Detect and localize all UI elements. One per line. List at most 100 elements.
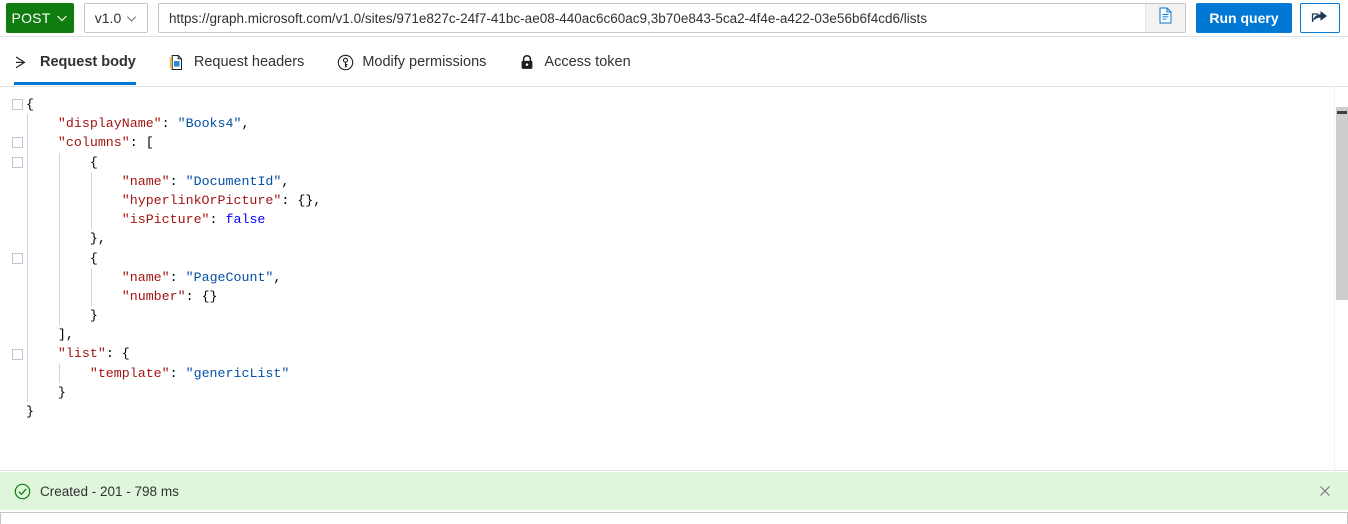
code-token: : <box>209 212 226 228</box>
code-line: ], <box>26 325 321 344</box>
code-token: : <box>161 116 178 132</box>
code-token: "template" <box>89 365 170 381</box>
code-token: , <box>241 116 250 132</box>
code-token: }, <box>89 231 106 247</box>
code-line: "isPicture": false <box>26 210 321 229</box>
permission-icon <box>336 53 354 71</box>
code-fold-toggle[interactable] <box>12 137 23 149</box>
send-icon <box>14 53 32 71</box>
code-token: "hyperlinkOrPicture" <box>121 192 282 208</box>
tab-request-headers[interactable]: Request headers <box>168 39 304 85</box>
code-line: } <box>26 306 321 325</box>
response-status-bar: Created - 201 - 798 ms <box>0 472 1348 510</box>
code-line: }, <box>26 229 321 248</box>
code-fold-toggle[interactable] <box>12 348 23 360</box>
code-token: "columns" <box>57 135 130 151</box>
request-url-input[interactable] <box>158 3 1186 33</box>
code-fold-toggle[interactable] <box>12 156 23 168</box>
code-token: : [ <box>129 135 154 151</box>
check-circle-icon <box>14 482 32 500</box>
share-query-button[interactable] <box>1300 3 1340 33</box>
response-status-text: Created - 201 - 798 ms <box>40 483 179 499</box>
code-token: } <box>26 404 34 419</box>
editor-scrollbar-marker <box>1337 111 1347 114</box>
code-line: "name": "PageCount", <box>26 268 321 287</box>
code-token: "genericList" <box>185 365 290 381</box>
code-token: "name" <box>121 173 170 189</box>
code-line: { <box>26 95 321 114</box>
editor-scrollbar-thumb[interactable] <box>1336 107 1348 300</box>
code-token: , <box>281 173 290 189</box>
code-token: { <box>89 250 98 266</box>
indent-guide <box>59 363 61 383</box>
run-query-label: Run query <box>1209 10 1279 26</box>
code-token: ], <box>57 327 74 343</box>
request-body-editor[interactable]: { "displayName": "Books4", "columns": [ … <box>0 86 1348 471</box>
code-line: "template": "genericList" <box>26 364 321 383</box>
code-token: "DocumentId" <box>185 173 282 189</box>
close-icon[interactable] <box>1312 478 1338 504</box>
editor-code[interactable]: { "displayName": "Books4", "columns": [ … <box>26 95 321 421</box>
tab-request-body[interactable]: Request body <box>14 39 136 85</box>
api-version-label: v1.0 <box>94 10 122 26</box>
query-toolbar: POST v1.0 Run query <box>0 0 1348 37</box>
code-line: "number": {} <box>26 287 321 306</box>
code-token: "number" <box>121 288 186 304</box>
code-token: "Books4" <box>177 116 242 132</box>
code-fold-toggle[interactable] <box>12 252 23 264</box>
editor-vertical-scrollbar[interactable] <box>1334 87 1348 470</box>
code-token: : { <box>105 346 130 362</box>
tab-request-body-label: Request body <box>40 54 136 70</box>
indent-guide <box>27 114 28 403</box>
code-line: } <box>26 402 321 421</box>
http-method-dropdown[interactable]: POST <box>6 3 74 33</box>
docs-link-button[interactable] <box>1145 4 1185 32</box>
chevron-down-icon <box>56 12 68 24</box>
code-line: "displayName": "Books4", <box>26 114 321 133</box>
tab-access-token-label: Access token <box>544 54 631 70</box>
tab-access-token[interactable]: Access token <box>518 39 631 85</box>
code-token: } <box>89 308 98 324</box>
document-icon <box>1158 7 1173 29</box>
request-tabs: Request body Request headers Modify perm… <box>0 38 1348 86</box>
code-token: : {}, <box>281 192 322 208</box>
code-line: } <box>26 383 321 402</box>
editor-gutter <box>0 87 26 470</box>
code-line: "name": "DocumentId", <box>26 172 321 191</box>
code-line: "columns": [ <box>26 133 321 152</box>
document-list-icon <box>168 53 186 71</box>
code-line: { <box>26 249 321 268</box>
request-url-wrapper <box>158 3 1186 33</box>
code-token: : <box>169 269 186 285</box>
code-token: : <box>169 365 186 381</box>
code-token: "list" <box>57 346 106 362</box>
tab-request-headers-label: Request headers <box>193 54 305 70</box>
chevron-down-icon <box>126 13 137 24</box>
code-token: : {} <box>185 288 218 304</box>
code-token: "isPicture" <box>121 212 210 228</box>
lock-icon <box>518 53 536 71</box>
api-version-dropdown[interactable]: v1.0 <box>84 3 148 33</box>
indent-guide <box>59 152 61 326</box>
code-token: "name" <box>121 269 170 285</box>
response-panel <box>0 512 1348 524</box>
share-icon <box>1311 8 1329 29</box>
tab-modify-permissions[interactable]: Modify permissions <box>336 39 486 85</box>
indent-guide <box>91 267 93 307</box>
code-token: : <box>169 173 186 189</box>
code-line: "list": { <box>26 344 321 363</box>
code-token: , <box>273 269 282 285</box>
code-line: { <box>26 153 321 172</box>
code-token: { <box>26 97 34 112</box>
code-token: { <box>89 154 98 170</box>
code-token: } <box>57 384 66 400</box>
code-token: false <box>225 212 266 228</box>
tab-modify-permissions-label: Modify permissions <box>362 54 487 70</box>
indent-guide <box>91 171 93 230</box>
code-line: "hyperlinkOrPicture": {}, <box>26 191 322 210</box>
code-fold-toggle[interactable] <box>12 99 23 110</box>
http-method-label: POST <box>11 10 51 26</box>
code-token: "displayName" <box>57 116 162 132</box>
code-token: "PageCount" <box>185 269 274 285</box>
run-query-button[interactable]: Run query <box>1196 3 1292 33</box>
